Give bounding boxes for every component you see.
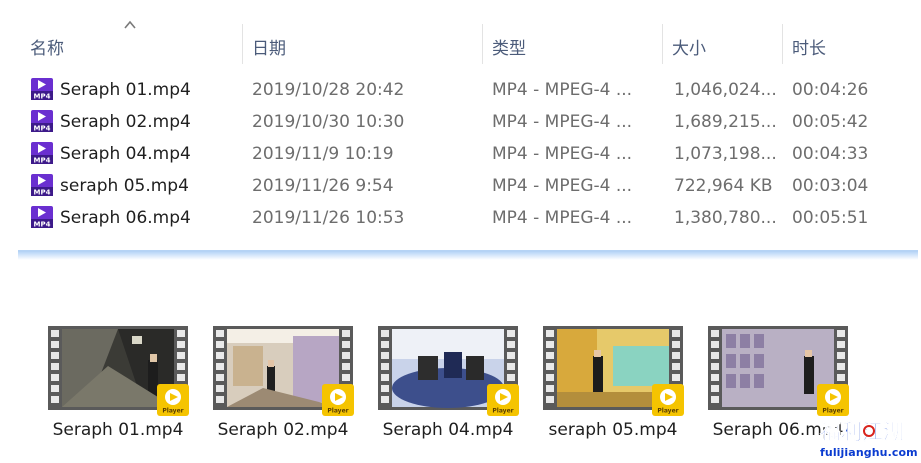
file-name: Seraph 06.mp4	[60, 208, 191, 228]
column-header-size[interactable]: 大小	[672, 34, 706, 59]
file-duration: 00:04:26	[792, 80, 869, 100]
mp4-file-icon: MP4	[31, 110, 53, 133]
file-name: Seraph 04.mp4	[60, 144, 191, 164]
player-badge-icon: Player	[652, 384, 684, 416]
file-date: 2019/11/26 9:54	[252, 176, 394, 196]
file-date: 2019/10/28 20:42	[252, 80, 405, 100]
file-row[interactable]: MP4 Seraph 01.mp4 2019/10/28 20:42 MP4 -…	[0, 74, 921, 104]
column-header-type[interactable]: 类型	[492, 34, 526, 59]
file-duration: 00:05:51	[792, 208, 869, 228]
column-header-duration[interactable]: 时长	[792, 34, 826, 59]
file-type: MP4 - MPEG-4 ...	[492, 176, 633, 196]
svg-text:Player: Player	[822, 408, 843, 415]
file-row[interactable]: MP4 Seraph 02.mp4 2019/10/30 10:30 MP4 -…	[0, 106, 921, 136]
mp4-file-icon: MP4	[31, 206, 53, 229]
svg-text:福利江湖: 福利江湖	[819, 420, 904, 444]
column-separator[interactable]	[242, 24, 243, 64]
file-size: 1,073,198...	[674, 144, 777, 164]
file-duration: 00:03:04	[792, 176, 869, 196]
video-thumbnail[interactable]: Player Seraph 01.mp4	[48, 326, 198, 450]
file-size: 1,380,780...	[674, 208, 777, 228]
player-badge-icon: Player	[817, 384, 849, 416]
svg-text:Player: Player	[327, 408, 348, 415]
svg-text:Player: Player	[162, 408, 183, 415]
mp4-file-icon: MP4	[31, 174, 53, 197]
thumbnail-label: seraph 05.mp4	[548, 420, 678, 440]
file-size: 1,046,024...	[674, 80, 777, 100]
player-badge-icon: Player	[322, 384, 354, 416]
thumbnail-label: Seraph 04.mp4	[382, 420, 514, 440]
mp4-file-icon: MP4	[31, 142, 53, 165]
player-badge-icon: Player	[487, 384, 519, 416]
svg-text:MP4: MP4	[34, 125, 51, 133]
column-separator[interactable]	[662, 24, 663, 64]
sort-ascending-icon	[122, 18, 138, 32]
file-name: Seraph 02.mp4	[60, 112, 191, 132]
column-header-date[interactable]: 日期	[252, 34, 286, 59]
watermark-title: 福利江湖	[819, 420, 905, 444]
column-header-row: 名称 日期 类型 大小 时长	[0, 0, 921, 70]
file-date: 2019/10/30 10:30	[252, 112, 405, 132]
file-date: 2019/11/9 10:19	[252, 144, 394, 164]
file-explorer-window: 名称 日期 类型 大小 时长 MP4 Seraph 01.mp4 2019/10…	[0, 0, 921, 463]
svg-text:Player: Player	[492, 408, 513, 415]
thumbnail-label: Seraph 02.mp4	[217, 420, 349, 440]
video-thumbnail[interactable]: Player Seraph 04.mp4	[378, 326, 528, 450]
svg-text:MP4: MP4	[34, 189, 51, 197]
file-size: 722,964 KB	[674, 176, 773, 196]
svg-text:MP4: MP4	[34, 221, 51, 229]
column-header-name[interactable]: 名称	[30, 34, 64, 59]
mp4-file-icon: MP4	[31, 78, 53, 101]
column-separator[interactable]	[782, 24, 783, 64]
player-badge-icon: Player	[157, 384, 189, 416]
file-date: 2019/11/26 10:53	[252, 208, 405, 228]
file-type: MP4 - MPEG-4 ...	[492, 112, 633, 132]
file-row[interactable]: MP4 Seraph 04.mp4 2019/11/9 10:19 MP4 - …	[0, 138, 921, 168]
column-separator[interactable]	[482, 24, 483, 64]
video-thumbnail[interactable]: Player Seraph 02.mp4	[213, 326, 363, 450]
thumbnail-label: Seraph 01.mp4	[52, 420, 184, 440]
svg-text:MP4: MP4	[34, 93, 51, 101]
file-row[interactable]: MP4 seraph 05.mp4 2019/11/26 9:54 MP4 - …	[0, 170, 921, 200]
svg-text:Player: Player	[657, 408, 678, 415]
video-thumbnail[interactable]: Player seraph 05.mp4	[543, 326, 693, 450]
file-type: MP4 - MPEG-4 ...	[492, 144, 633, 164]
file-row[interactable]: MP4 Seraph 06.mp4 2019/11/26 10:53 MP4 -…	[0, 202, 921, 232]
selection-band	[18, 250, 918, 260]
file-type: MP4 - MPEG-4 ...	[492, 80, 633, 100]
file-duration: 00:04:33	[792, 144, 869, 164]
file-type: MP4 - MPEG-4 ...	[492, 208, 633, 228]
file-size: 1,689,215...	[674, 112, 777, 132]
file-name: seraph 05.mp4	[60, 176, 189, 196]
file-name: Seraph 01.mp4	[60, 80, 191, 100]
file-duration: 00:05:42	[792, 112, 869, 132]
watermark-url: fulijianghu.com	[820, 446, 918, 459]
watermark-logo: 福利江湖 fulijianghu.com	[818, 418, 918, 460]
svg-text:MP4: MP4	[34, 157, 51, 165]
